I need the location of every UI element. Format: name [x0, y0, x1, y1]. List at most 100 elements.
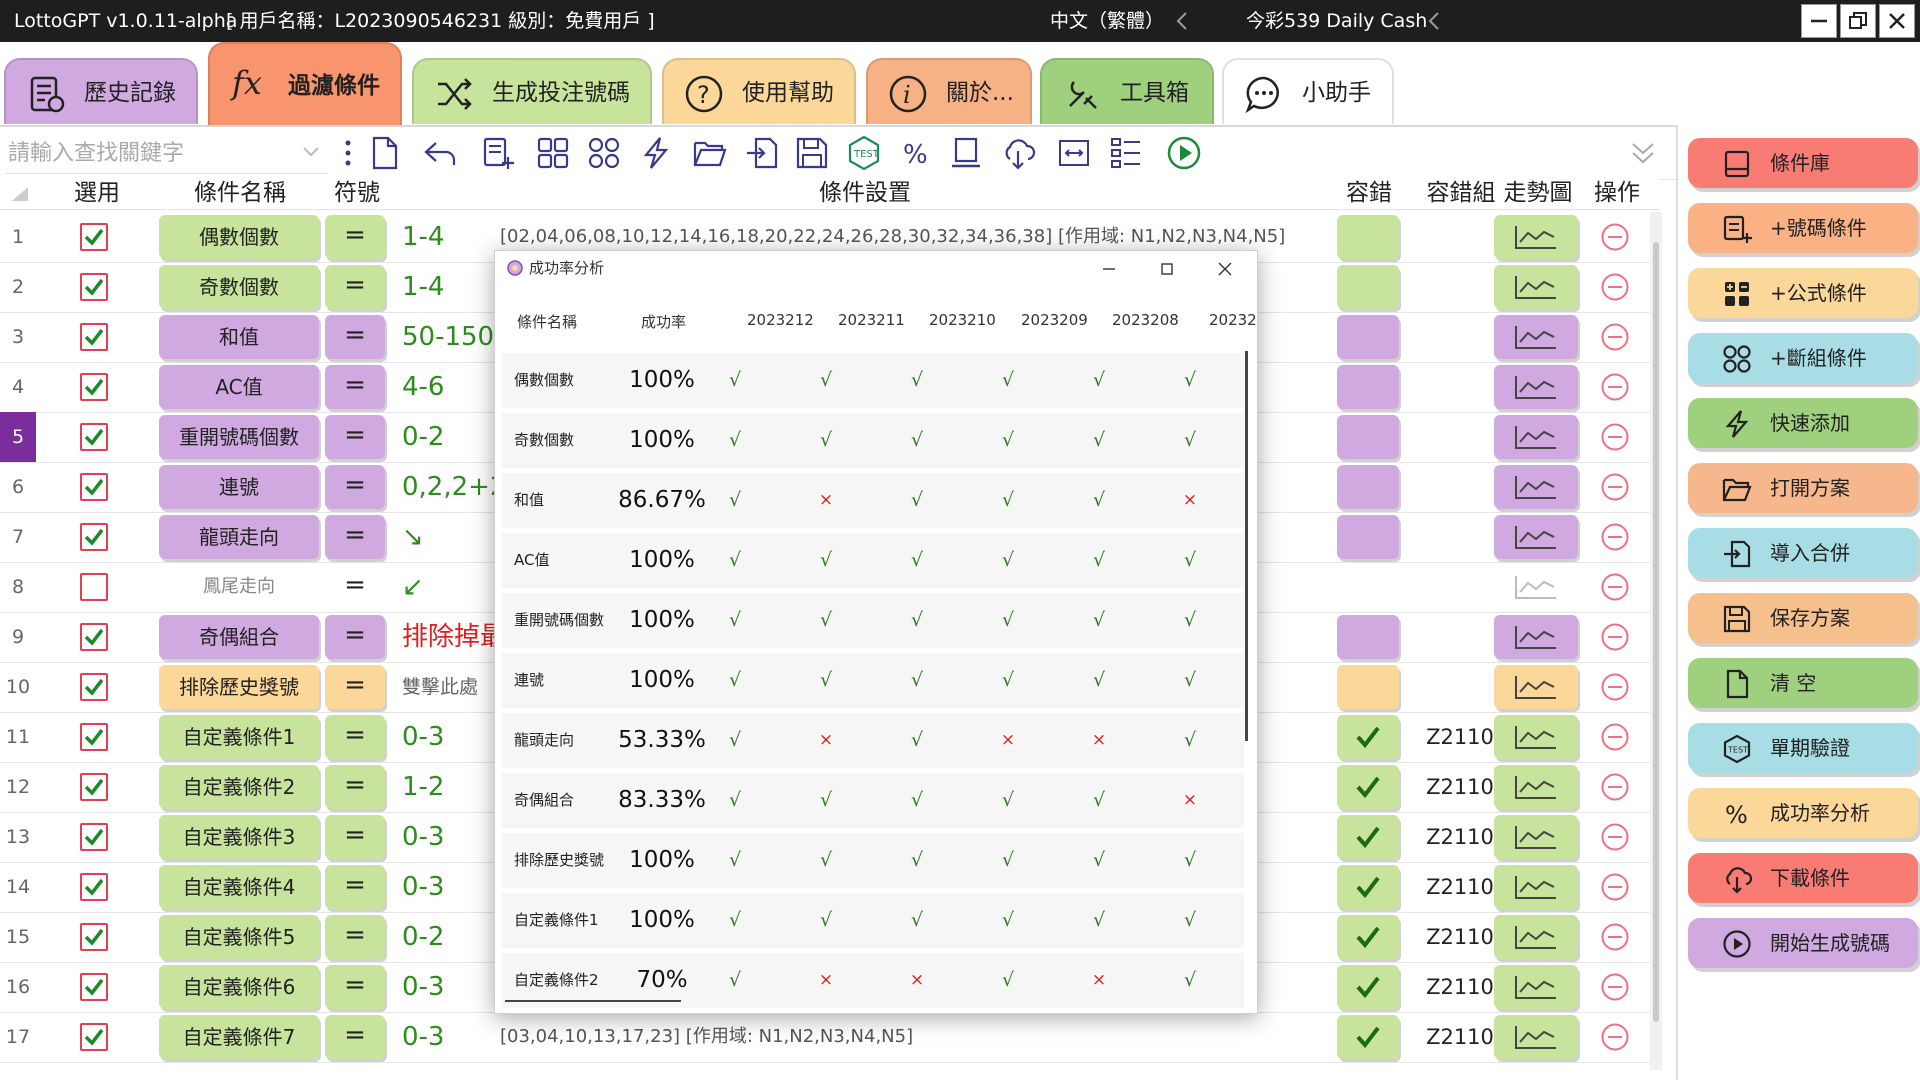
close-button[interactable]	[1879, 4, 1915, 38]
dialog-horizontal-scrollbar[interactable]	[505, 1000, 681, 1002]
condition-value[interactable]: 0-3	[402, 962, 444, 1012]
remove-circle-icon[interactable]	[1600, 472, 1630, 502]
panel-button[interactable]: TEST 單期驗證	[1688, 723, 1918, 773]
symbol-button[interactable]: =	[325, 365, 385, 409]
remove-circle-icon[interactable]	[1600, 872, 1630, 902]
list-tree-icon[interactable]	[1108, 135, 1144, 171]
symbol-button[interactable]: =	[325, 1015, 385, 1059]
select-checkbox[interactable]	[80, 273, 108, 301]
select-checkbox[interactable]	[80, 573, 108, 601]
panel-button[interactable]: 開始生成號碼	[1688, 918, 1918, 968]
cloud-download-icon[interactable]	[1000, 135, 1036, 171]
select-checkbox[interactable]	[80, 923, 108, 951]
select-checkbox[interactable]	[80, 523, 108, 551]
col-select[interactable]: 選用	[50, 177, 144, 209]
new-file-icon[interactable]	[366, 135, 402, 171]
trend-chart-button[interactable]	[1494, 765, 1578, 809]
archive-icon[interactable]	[948, 135, 984, 171]
condition-value[interactable]: 排除掉最	[402, 612, 506, 662]
test-icon[interactable]: TEST	[846, 135, 882, 171]
panel-button[interactable]: +號碼條件	[1688, 203, 1918, 253]
remove-circle-icon[interactable]	[1600, 572, 1630, 602]
select-checkbox[interactable]	[80, 723, 108, 751]
language-selector[interactable]: 中文（繁體）	[1050, 0, 1164, 42]
dialog-row[interactable]: 奇數個數 100% √ √ √ √ √ √	[502, 413, 1244, 468]
scrollbar-thumb[interactable]	[1653, 242, 1659, 1022]
select-checkbox[interactable]	[80, 873, 108, 901]
tolerance-toggle[interactable]	[1337, 865, 1399, 909]
col-symbol[interactable]: 符號	[324, 177, 390, 209]
condition-value[interactable]: ↘	[402, 512, 424, 562]
play-circle-icon[interactable]	[1166, 135, 1202, 171]
condition-value[interactable]: 0-3	[402, 1012, 444, 1062]
col-trend[interactable]: 走勢圖	[1496, 177, 1580, 209]
dialog-row[interactable]: 連號 100% √ √ √ √ √ √	[502, 653, 1244, 708]
tolerance-toggle[interactable]	[1337, 565, 1399, 609]
select-checkbox[interactable]	[80, 823, 108, 851]
condition-name-button[interactable]: 連號	[159, 465, 319, 509]
trend-chart-button[interactable]	[1494, 465, 1578, 509]
tolerance-toggle[interactable]	[1337, 465, 1399, 509]
symbol-button[interactable]: =	[325, 315, 385, 359]
remove-circle-icon[interactable]	[1600, 722, 1630, 752]
dialog-col-header[interactable]: 20232	[1209, 311, 1257, 329]
tolerance-toggle[interactable]	[1337, 415, 1399, 459]
trend-chart-button[interactable]	[1494, 265, 1578, 309]
symbol-button[interactable]: =	[325, 265, 385, 309]
chevron-left-icon[interactable]	[1424, 10, 1446, 32]
trend-chart-button[interactable]	[1494, 315, 1578, 359]
select-checkbox[interactable]	[80, 373, 108, 401]
trend-chart-button[interactable]	[1494, 915, 1578, 959]
symbol-button[interactable]: =	[325, 415, 385, 459]
select-checkbox[interactable]	[80, 323, 108, 351]
table-row[interactable]: 17 自定義條件7 = 0-3 [03,04,10,13,17,23] [作用域: N1…	[0, 1012, 1660, 1063]
condition-name-button[interactable]: 自定義條件4	[159, 865, 319, 909]
condition-name-button[interactable]: AC值	[159, 365, 319, 409]
select-checkbox[interactable]	[80, 973, 108, 1001]
dialog-row[interactable]: AC值 100% √ √ √ √ √ √	[502, 533, 1244, 588]
symbol-button[interactable]: =	[325, 765, 385, 809]
tab-history[interactable]: 歷史記錄	[4, 58, 198, 124]
panel-button[interactable]: +公式條件	[1688, 268, 1918, 318]
panel-button[interactable]: 快速添加	[1688, 398, 1918, 448]
remove-circle-icon[interactable]	[1600, 272, 1630, 302]
remove-circle-icon[interactable]	[1600, 322, 1630, 352]
trend-chart-button[interactable]	[1494, 365, 1578, 409]
select-checkbox[interactable]	[80, 423, 108, 451]
condition-value[interactable]: 1-4	[402, 212, 444, 262]
condition-name-button[interactable]: 奇偶組合	[159, 615, 319, 659]
condition-value[interactable]: 0-3	[402, 712, 444, 762]
search-input[interactable]	[6, 133, 328, 174]
dialog-close-button[interactable]	[1213, 257, 1237, 281]
tolerance-toggle[interactable]	[1337, 315, 1399, 359]
symbol-button[interactable]: =	[325, 665, 385, 709]
condition-name-button[interactable]: 自定義條件3	[159, 815, 319, 859]
condition-value[interactable]: 雙擊此處	[402, 662, 478, 712]
trend-chart-button[interactable]	[1494, 415, 1578, 459]
dialog-col-header[interactable]: 成功率	[641, 311, 686, 332]
tolerance-toggle[interactable]	[1337, 1015, 1399, 1059]
chevron-left-icon[interactable]	[1172, 10, 1194, 32]
select-checkbox[interactable]	[80, 473, 108, 501]
condition-name-button[interactable]: 奇數個數	[159, 265, 319, 309]
panel-button[interactable]: 清 空	[1688, 658, 1918, 708]
symbol-button[interactable]: =	[325, 865, 385, 909]
trend-chart-button[interactable]	[1494, 665, 1578, 709]
trend-chart-button[interactable]	[1494, 815, 1578, 859]
condition-name-button[interactable]: 自定義條件6	[159, 965, 319, 1009]
remove-circle-icon[interactable]	[1600, 972, 1630, 1002]
condition-name-button[interactable]: 排除歷史獎號	[159, 665, 319, 709]
symbol-button[interactable]: =	[325, 815, 385, 859]
undo-icon[interactable]	[422, 135, 458, 171]
panel-button[interactable]: 下載條件	[1688, 853, 1918, 903]
save-icon[interactable]	[794, 135, 830, 171]
vertical-scrollbar[interactable]	[1650, 212, 1662, 1070]
tab-about[interactable]: i 關於...	[866, 58, 1032, 124]
dialog-row[interactable]: 排除歷史獎號 100% √ √ √ √ √ √	[502, 833, 1244, 888]
condition-value[interactable]: 0-3	[402, 812, 444, 862]
tolerance-toggle[interactable]	[1337, 365, 1399, 409]
condition-name-button[interactable]: 偶數個數	[159, 215, 319, 259]
panel-button[interactable]: 導入合併	[1688, 528, 1918, 578]
resize-icon[interactable]	[1056, 135, 1092, 171]
trend-chart-button[interactable]	[1494, 965, 1578, 1009]
